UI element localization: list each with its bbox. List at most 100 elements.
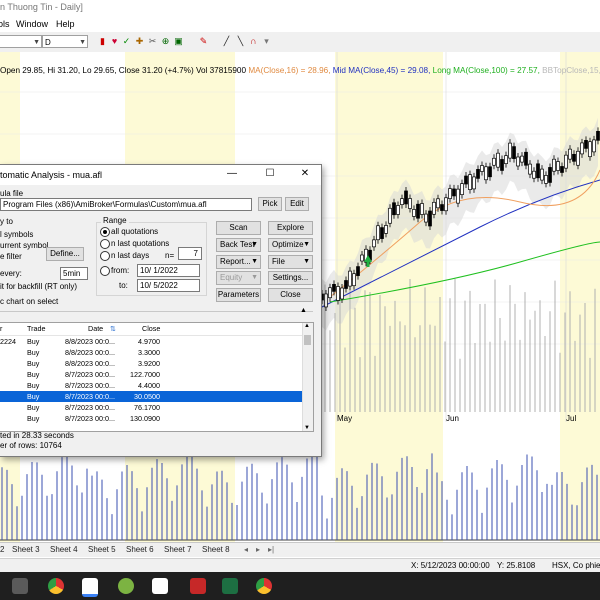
every-field[interactable]: 5min xyxy=(60,267,88,280)
candle-body xyxy=(580,142,584,155)
sync-chart-option[interactable]: c chart on select xyxy=(0,297,58,306)
backfill-option[interactable]: it for backfill (RT only) xyxy=(0,282,77,291)
sheet-tab-2[interactable]: 2 xyxy=(0,544,4,555)
menu-help[interactable]: Help xyxy=(56,19,75,29)
tab-scroll-end-icon[interactable]: ▸| xyxy=(268,544,274,555)
parameters-button[interactable]: Parameters xyxy=(216,288,261,302)
capcut-icon[interactable] xyxy=(152,578,168,594)
heart-icon[interactable]: ♥ xyxy=(110,36,119,46)
cell-trade: Buy xyxy=(27,381,40,390)
table-row-selected[interactable]: Buy 8/7/2023 00:0... 30.0500 xyxy=(0,391,302,402)
amibroker-icon[interactable] xyxy=(82,578,98,597)
minimize-icon[interactable]: — xyxy=(224,168,240,179)
cell-close: 130.0900 xyxy=(130,414,160,423)
candle-body xyxy=(512,146,516,159)
scroll-down-icon[interactable]: ▼ xyxy=(304,425,310,431)
chrome-icon[interactable] xyxy=(256,578,272,594)
to-date-field[interactable]: 10/ 5/2022 xyxy=(137,279,200,292)
check-icon[interactable]: ✓ xyxy=(122,36,131,46)
explore-button[interactable]: Explore xyxy=(268,221,313,235)
from-to-radio[interactable] xyxy=(100,266,110,276)
table-row[interactable]: 2224 Buy 8/8/2023 00:0... 4.9700 xyxy=(0,336,302,347)
n-field[interactable]: 7 xyxy=(178,247,202,260)
chrome-icon[interactable] xyxy=(48,578,64,594)
candle-body xyxy=(476,169,480,179)
formula-path-field[interactable]: Program Files (x86)\AmiBroker\Formulas\C… xyxy=(0,198,252,211)
more-icon[interactable]: ▾ xyxy=(262,36,271,46)
backtest-label: Back Test xyxy=(220,240,255,249)
pick-button[interactable]: Pick xyxy=(258,197,282,211)
trading-app-icon[interactable] xyxy=(190,578,206,594)
candle-body xyxy=(488,166,492,178)
file-button[interactable]: File ▼ xyxy=(268,255,313,269)
column-trade[interactable]: Trade xyxy=(27,324,46,333)
current-symbol-option[interactable]: urrent symbol xyxy=(0,241,48,250)
column-close[interactable]: Close xyxy=(142,324,160,333)
ray-tool-icon[interactable]: ╲ xyxy=(236,36,245,46)
dialog-title: tomatic Analysis - mua.afl xyxy=(0,170,103,180)
candle-body xyxy=(536,163,540,179)
table-row[interactable]: Buy 8/7/2023 00:0... 130.0900 xyxy=(0,413,302,424)
excel-icon[interactable] xyxy=(222,578,238,594)
tab-scroll-right-icon[interactable]: ▸ xyxy=(256,544,260,555)
sheet-tab-7[interactable]: Sheet 7 xyxy=(164,544,192,555)
sheet-tab-8[interactable]: Sheet 8 xyxy=(202,544,230,555)
candle-body xyxy=(472,176,476,190)
from-date-field[interactable]: 10/ 1/2022 xyxy=(137,264,200,277)
sheet-tab-5[interactable]: Sheet 5 xyxy=(88,544,116,555)
equity-button[interactable]: Equity ▼ xyxy=(216,271,261,285)
scan-button[interactable]: Scan xyxy=(216,221,261,235)
sheet-tab-6[interactable]: Sheet 6 xyxy=(126,544,154,555)
pen-icon[interactable]: ✎ xyxy=(199,36,208,46)
table-row[interactable]: Buy 8/7/2023 00:0... 4.4000 xyxy=(0,380,302,391)
interval-combo[interactable]: D ▼ xyxy=(42,35,88,48)
from-label: from: xyxy=(111,266,130,275)
menu-window[interactable]: Window xyxy=(16,19,48,29)
window-title-bar: n Thuong Tin - Daily] xyxy=(0,0,600,17)
candle-body xyxy=(408,198,412,209)
sheet-tab-3[interactable]: Sheet 3 xyxy=(12,544,40,555)
line-tool-icon[interactable]: ╱ xyxy=(222,36,231,46)
table-row[interactable]: Buy 8/8/2023 00:0... 3.9200 xyxy=(0,358,302,369)
candle-body xyxy=(428,210,432,227)
column-date[interactable]: Date xyxy=(88,324,103,333)
last-quotations-radio[interactable] xyxy=(100,239,110,249)
results-grid[interactable]: r Trade Date ⇅ Close 2224 Buy 8/8/2023 0… xyxy=(0,322,314,432)
tools-icon[interactable]: ✚ xyxy=(135,36,144,46)
collapse-icon[interactable]: ▲ xyxy=(300,307,307,314)
candle-icon[interactable]: ▮ xyxy=(98,36,107,46)
last-quotations-label: n last quotations xyxy=(111,239,170,248)
maximize-icon[interactable]: ☐ xyxy=(262,168,278,179)
close-icon[interactable]: ✕ xyxy=(297,168,313,179)
column-symbol[interactable]: r xyxy=(0,324,2,333)
ccleaner-icon[interactable] xyxy=(118,578,134,594)
fit-icon[interactable]: ▣ xyxy=(174,36,183,46)
symbol-combo[interactable]: ▼ xyxy=(0,35,42,48)
define-button[interactable]: Define... xyxy=(46,247,84,261)
all-quotations-radio[interactable] xyxy=(100,227,110,237)
chevron-down-icon: ▼ xyxy=(79,39,86,46)
settings-button[interactable]: Settings... xyxy=(268,271,313,285)
scroll-thumb[interactable] xyxy=(304,335,311,345)
magnet-icon[interactable]: ∩ xyxy=(249,36,258,46)
all-symbols-option[interactable]: l symbols xyxy=(0,230,33,239)
zoom-icon[interactable]: ⊕ xyxy=(161,36,170,46)
app-icon[interactable] xyxy=(12,578,28,594)
close-button[interactable]: Close xyxy=(268,288,313,302)
table-row[interactable]: Buy 8/7/2023 00:0... 122.7000 xyxy=(0,369,302,380)
status-x: X: 5/12/2023 00:00:00 xyxy=(411,561,490,570)
table-row[interactable]: Buy 8/7/2023 00:0... 76.1700 xyxy=(0,402,302,413)
use-filter-option[interactable]: e filter xyxy=(0,252,22,261)
report-button[interactable]: Report... ▼ xyxy=(216,255,261,269)
sheet-tab-4[interactable]: Sheet 4 xyxy=(50,544,78,555)
scroll-up-icon[interactable]: ▲ xyxy=(304,323,310,329)
menu-tools[interactable]: ols xyxy=(0,19,10,29)
backtest-button[interactable]: Back Test ▼ xyxy=(216,238,261,252)
grid-scrollbar[interactable]: ▲ ▼ xyxy=(302,323,313,431)
table-row[interactable]: Buy 8/8/2023 00:0... 3.3000 xyxy=(0,347,302,358)
last-days-radio[interactable] xyxy=(100,251,110,261)
edit-button[interactable]: Edit xyxy=(285,197,309,211)
tab-scroll-left-icon[interactable]: ◂ xyxy=(244,544,248,555)
scissors-icon[interactable]: ✂ xyxy=(148,36,157,46)
optimize-button[interactable]: Optimize ▼ xyxy=(268,238,313,252)
